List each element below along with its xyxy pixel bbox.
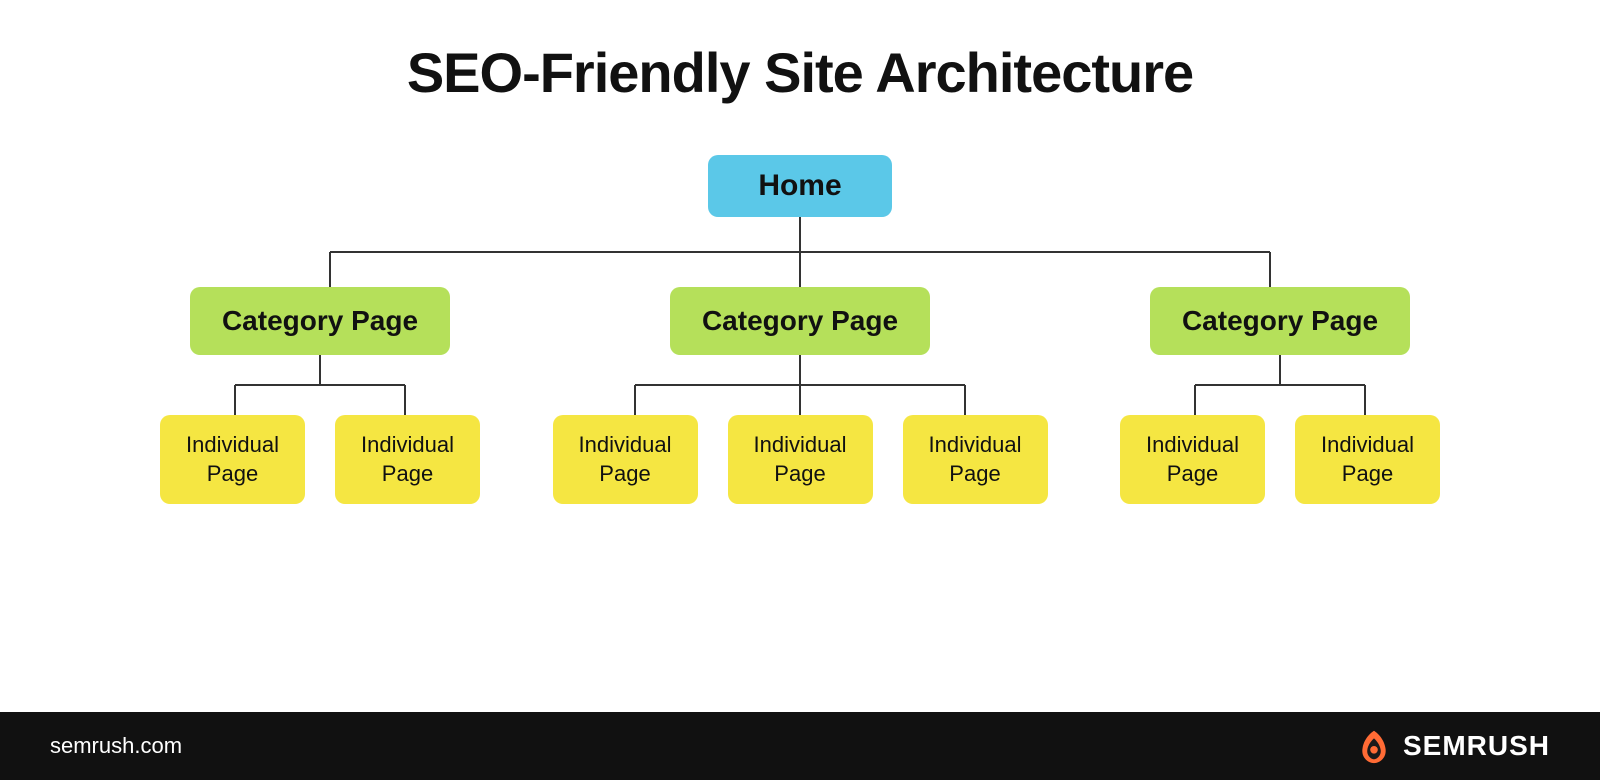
semrush-brand-text: SEMRUSH [1403,730,1550,762]
individual-row-1: IndividualPage IndividualPage [160,415,480,504]
individual-row-2: IndividualPage IndividualPage Individual… [553,415,1048,504]
category-branch-1: Category Page IndividualPage [160,287,480,504]
category-node-2: Category Page [670,287,930,355]
individual-node-1-2: IndividualPage [335,415,480,504]
semrush-logo: SEMRUSH [1355,727,1550,765]
home-node: Home [708,155,891,217]
semrush-icon [1355,727,1393,765]
category-row: Category Page IndividualPage [160,287,1440,504]
individual-node-2-3: IndividualPage [903,415,1048,504]
category-branch-2: Category Page [553,287,1048,504]
category-branch-3: Category Page IndividualPage [1120,287,1440,504]
individual-node-1-1: IndividualPage [160,415,305,504]
page-title: SEO-Friendly Site Architecture [407,40,1193,105]
category-node-1: Category Page [190,287,450,355]
individual-node-2-1: IndividualPage [553,415,698,504]
main-content: SEO-Friendly Site Architecture Home [0,0,1600,712]
footer-url: semrush.com [50,733,182,759]
footer: semrush.com SEMRUSH [0,712,1600,780]
level2-connector-2 [560,355,1040,415]
individual-row-3: IndividualPage IndividualPage [1120,415,1440,504]
level1-connector [200,217,1400,287]
level2-connector-3 [1120,355,1440,415]
individual-node-2-2: IndividualPage [728,415,873,504]
category-node-3: Category Page [1150,287,1410,355]
tree-diagram: Home Category Page [60,155,1540,504]
level2-connector-1 [160,355,480,415]
individual-node-3-2: IndividualPage [1295,415,1440,504]
individual-node-3-1: IndividualPage [1120,415,1265,504]
